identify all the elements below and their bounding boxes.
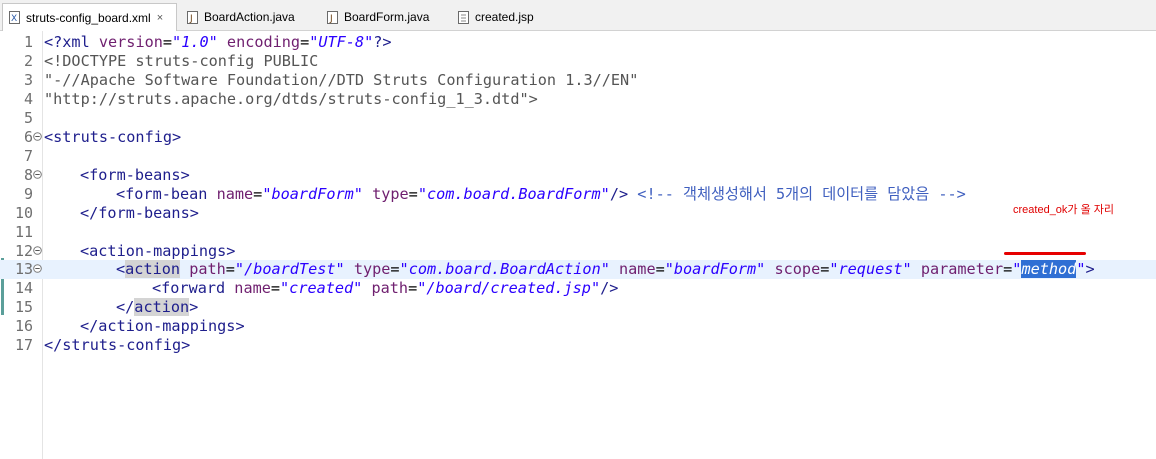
xml-file-icon: X	[9, 11, 21, 24]
line-number: 5	[23, 109, 33, 127]
code-line-8: 8 <form-beans>	[0, 166, 1156, 185]
line-number: 2	[23, 52, 33, 70]
jsp-file-icon	[458, 10, 470, 24]
tab-label: struts-config_board.xml	[26, 10, 151, 25]
code-text: <action-mappings>	[80, 242, 236, 260]
xml-comment: <!-- 객체생성해서 5개의 데이터를 담았음 -->	[637, 185, 966, 203]
code-line-1: 1 <?xml version="1.0" encoding="UTF-8"?>	[0, 33, 1156, 52]
code-text: <form-beans>	[80, 166, 190, 184]
code-line-5: 5	[0, 109, 1156, 128]
svg-text:J: J	[189, 14, 193, 24]
tab-boardform-java[interactable]: J BoardForm.java	[321, 5, 451, 29]
line-number: 7	[23, 147, 33, 165]
code-text: "-//Apache Software Foundation//DTD Stru…	[44, 71, 639, 89]
line-number: 9	[23, 185, 33, 203]
line-number: 14	[14, 279, 33, 297]
tab-boardaction-java[interactable]: J BoardAction.java	[181, 5, 319, 29]
code-text: </form-beans>	[80, 204, 199, 222]
tab-struts-config-board-xml[interactable]: X struts-config_board.xml ×	[2, 3, 177, 31]
line-number: 4	[23, 90, 33, 108]
svg-text:J: J	[329, 14, 333, 24]
code-text: <forward name="created" path="/board/cre…	[152, 279, 619, 297]
code-text: </action-mappings>	[80, 317, 245, 335]
code-line-9: 9 <form-bean name="boardForm" type="com.…	[0, 185, 1156, 204]
code-line-10: 10 </form-beans>	[0, 204, 1156, 223]
tab-label: BoardAction.java	[204, 10, 295, 24]
code-text: <!DOCTYPE struts-config PUBLIC	[44, 52, 319, 70]
code-line-3: 3 "-//Apache Software Foundation//DTD St…	[0, 71, 1156, 90]
line-number: 13	[14, 260, 33, 278]
svg-text:X: X	[11, 14, 17, 24]
line-number: 11	[14, 223, 33, 241]
code-line-16: 16 </action-mappings>	[0, 317, 1156, 336]
code-text: <form-bean name="boardForm" type="com.bo…	[116, 185, 966, 203]
fold-toggle-icon[interactable]	[33, 170, 42, 179]
editor-tab-bar: X struts-config_board.xml × J BoardActio…	[0, 0, 1156, 31]
code-line-15: 15 </action>	[0, 298, 1156, 317]
code-line-6: 6 <struts-config>	[0, 128, 1156, 147]
tab-label: created.jsp	[475, 10, 534, 24]
code-editor[interactable]: 1 <?xml version="1.0" encoding="UTF-8"?>…	[0, 31, 1156, 459]
line-number: 15	[14, 298, 33, 316]
code-line-4: 4 "http://struts.apache.org/dtds/struts-…	[0, 90, 1156, 109]
line-number: 17	[14, 336, 33, 354]
line-number: 3	[23, 71, 33, 89]
matched-tag-highlight: action	[134, 298, 190, 316]
java-file-icon: J	[327, 10, 339, 24]
code-line-13: 13 <action path="/boardTest" type="com.b…	[0, 260, 1156, 279]
line-number: 6	[23, 128, 33, 146]
annotation-note: created_ok가 올 자리	[1013, 204, 1115, 216]
line-number: 1	[23, 33, 33, 51]
code-line-17: 17 </struts-config>	[0, 336, 1156, 355]
line-number: 12	[14, 242, 33, 260]
code-line-7: 7	[0, 147, 1156, 166]
java-file-icon: J	[187, 10, 199, 24]
code-text: <action path="/boardTest" type="com.boar…	[116, 260, 1095, 278]
code-line-2: 2 <!DOCTYPE struts-config PUBLIC	[0, 52, 1156, 71]
code-line-11: 11	[0, 223, 1156, 242]
selected-text: method	[1021, 260, 1077, 278]
line-number: 10	[14, 204, 33, 222]
fold-toggle-icon[interactable]	[33, 132, 42, 141]
line-number: 8	[23, 166, 33, 184]
code-text: </action>	[116, 298, 199, 316]
tab-created-jsp[interactable]: created.jsp	[452, 5, 562, 29]
annotation-underline	[1004, 252, 1086, 255]
matched-tag-highlight: action	[125, 260, 181, 278]
tab-label: BoardForm.java	[344, 10, 430, 24]
fold-toggle-icon[interactable]	[33, 246, 42, 255]
code-line-12: 12 <action-mappings>	[0, 242, 1156, 261]
close-tab-icon[interactable]: ×	[157, 12, 163, 24]
code-text: </struts-config>	[44, 336, 191, 354]
code-text: "http://struts.apache.org/dtds/struts-co…	[44, 90, 538, 108]
code-text: <?xml version="1.0" encoding="UTF-8"?>	[44, 33, 392, 51]
code-text: <struts-config>	[44, 128, 182, 146]
fold-toggle-icon[interactable]	[33, 264, 42, 273]
line-number: 16	[14, 317, 33, 335]
code-line-14: 14 <forward name="created" path="/board/…	[0, 279, 1156, 298]
